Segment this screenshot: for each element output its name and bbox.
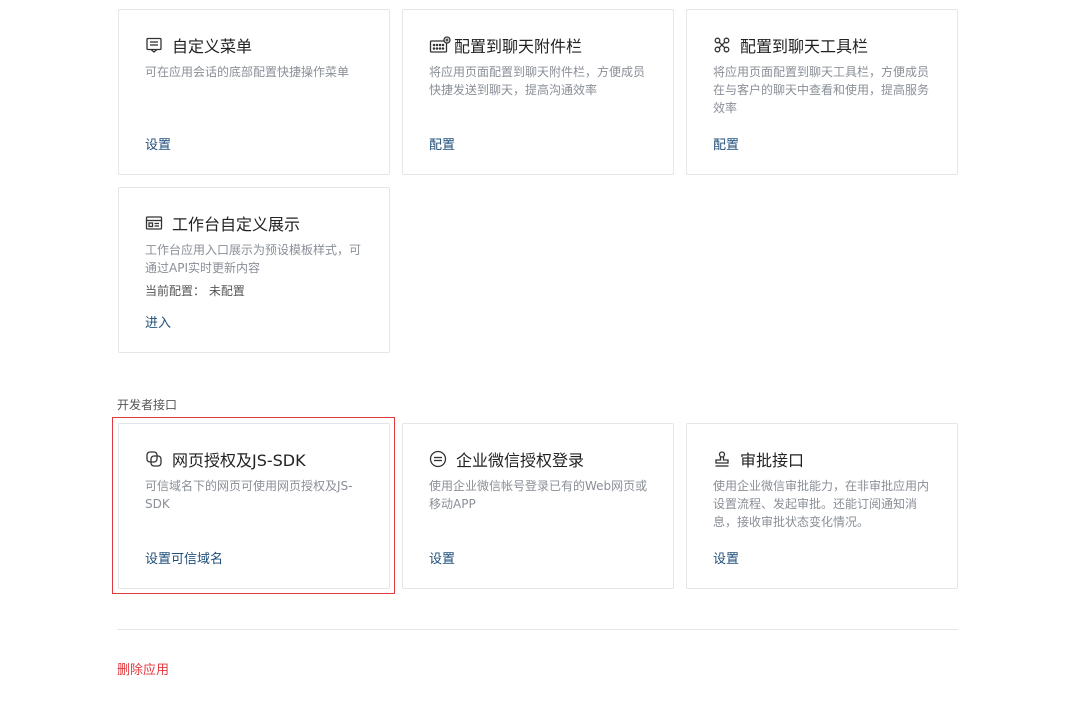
card-title: 审批接口 bbox=[713, 448, 804, 470]
card-title-text: 配置到聊天工具栏 bbox=[740, 37, 869, 56]
card-description: 将应用页面配置到聊天附件栏，方便成员快捷发送到聊天，提高沟通效率 bbox=[429, 65, 646, 97]
chat-toolbar-config-link[interactable]: 配置 bbox=[713, 134, 739, 153]
card-title: 工作台自定义展示 bbox=[145, 212, 300, 234]
approval-api-card: 审批接口 使用企业微信审批能力，在非审批应用内设置流程、发起审批。还能订阅通知消… bbox=[686, 423, 958, 589]
menu-list-icon bbox=[145, 36, 163, 54]
wecom-login-settings-link[interactable]: 设置 bbox=[429, 548, 455, 567]
card-description: 将应用页面配置到聊天工具栏，方便成员在与客户的聊天中查看和使用，提高服务效率 bbox=[713, 65, 930, 115]
workbench-enter-link[interactable]: 进入 bbox=[145, 312, 171, 331]
card-title-text: 企业微信授权登录 bbox=[456, 451, 585, 470]
chat-attachment-config-link[interactable]: 配置 bbox=[429, 134, 455, 153]
card-title-text: 工作台自定义展示 bbox=[172, 215, 301, 234]
section-divider bbox=[117, 629, 958, 630]
app-settings-page: 自定义菜单 可在应用会话的底部配置快捷操作菜单 设置 配置到聊天附件栏 将应用页… bbox=[0, 0, 1073, 706]
card-description: 可在应用会话的底部配置快捷操作菜单 bbox=[145, 65, 350, 79]
wecom-login-card: 企业微信授权登录 使用企业微信帐号登录已有的Web网页或移动APP 设置 bbox=[402, 423, 674, 589]
workbench-display-icon bbox=[145, 214, 163, 232]
chat-toolbar-icon bbox=[713, 36, 731, 54]
current-config-status: 当前配置： 未配置 bbox=[145, 284, 245, 298]
card-description: 工作台应用入口展示为预设模板样式，可通过API实时更新内容 bbox=[145, 243, 362, 275]
card-title: 自定义菜单 bbox=[145, 34, 252, 56]
selection-highlight bbox=[112, 417, 395, 594]
delete-app-link[interactable]: 删除应用 bbox=[117, 659, 169, 678]
wecom-login-icon bbox=[429, 450, 447, 468]
card-title-text: 审批接口 bbox=[740, 451, 805, 470]
card-title: 配置到聊天工具栏 bbox=[713, 34, 868, 56]
card-title: 企业微信授权登录 bbox=[429, 448, 584, 470]
card-description: 使用企业微信审批能力，在非审批应用内设置流程、发起审批。还能订阅通知消息，接收审… bbox=[713, 479, 930, 529]
custom-menu-card: 自定义菜单 可在应用会话的底部配置快捷操作菜单 设置 bbox=[118, 9, 390, 175]
card-title: 配置到聊天附件栏 bbox=[429, 34, 582, 56]
workbench-display-card: 工作台自定义展示 工作台应用入口展示为预设模板样式，可通过API实时更新内容 当… bbox=[118, 187, 390, 353]
chat-toolbar-card: 配置到聊天工具栏 将应用页面配置到聊天工具栏，方便成员在与客户的聊天中查看和使用… bbox=[686, 9, 958, 175]
chat-attachment-icon bbox=[429, 36, 451, 54]
approval-api-settings-link[interactable]: 设置 bbox=[713, 548, 739, 567]
card-description: 使用企业微信帐号登录已有的Web网页或移动APP bbox=[429, 479, 648, 511]
approval-stamp-icon bbox=[713, 450, 731, 468]
card-title-text: 配置到聊天附件栏 bbox=[454, 37, 583, 56]
chat-attachment-card: 配置到聊天附件栏 将应用页面配置到聊天附件栏，方便成员快捷发送到聊天，提高沟通效… bbox=[402, 9, 674, 175]
card-title-text: 自定义菜单 bbox=[172, 37, 253, 56]
developer-section-label: 开发者接口 bbox=[117, 398, 178, 412]
custom-menu-settings-link[interactable]: 设置 bbox=[145, 134, 171, 153]
